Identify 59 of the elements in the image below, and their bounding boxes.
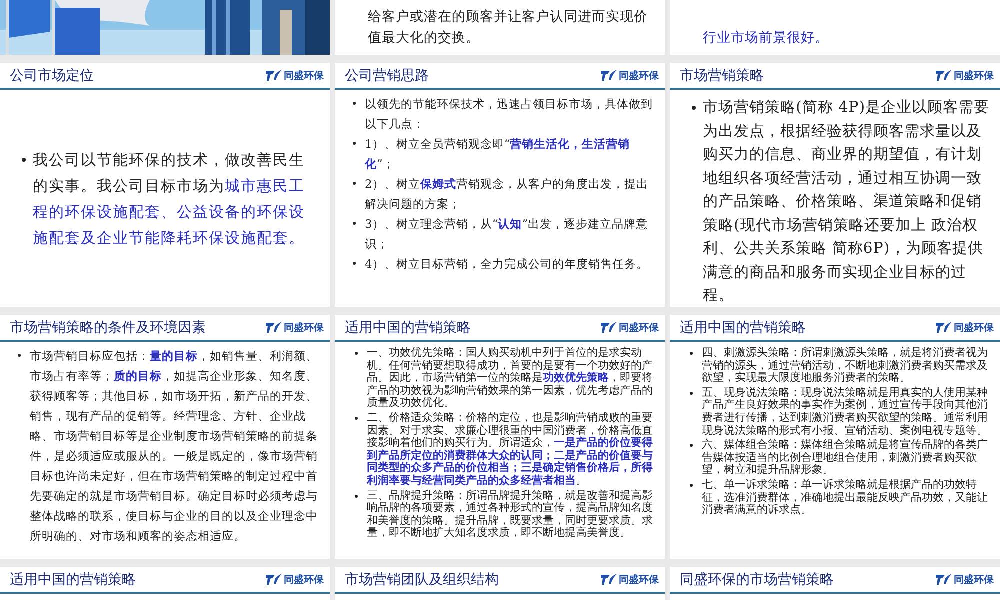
bullet-text: 2）、树立保姆式营销观念，从客户的角度出发，提出解决问题的方案；: [365, 176, 650, 213]
logo-icon: [601, 574, 617, 586]
bullet-icon: [690, 392, 693, 395]
logo-text: 同盛环保: [954, 322, 994, 334]
slide-title: 适用中国的营销策略: [345, 318, 471, 336]
slide-title: 公司市场定位: [10, 66, 94, 84]
bullet-text: 四、刺激源头策略：所谓刺激源头策略，就是将消费者视为营销的源头，通过营销活动，不断地刺激消费者购买需求及欲望，实现最大限度地服务消费者的策略。: [702, 347, 988, 385]
slide-title: 市场营销策略的条件及环境因素: [10, 318, 206, 336]
bullet-icon: [22, 158, 26, 162]
bullet-text: 市场营销策略(简称 4P)是企业以顾客需要为出发点，根据经验获得顾客需求量以及购买力的信息、商业界的期望值，有计划地组织各项经营活动，通过相互协调一致的产品策略、价格策略、渠道策略和促销策略(现代市场营销策略还要加上 政治权利、公共关系策略 简称6P)，为顾客提供满意的商品和服务而实现企业目标的过程。: [703, 97, 990, 306]
bullet-text: 以领先的节能环保技术，迅速占领目标市场，具体做到以下几点：: [365, 96, 653, 133]
bullet-text: 我公司以节能环保的技术，做改善民生的实事。我公司目标市场为城市惠民工程的环保设施配套、公益设备的环保设施配套及企业节能降耗环保设施配套。: [33, 150, 306, 248]
bullet-icon: [355, 352, 358, 355]
logo-icon: [936, 574, 952, 586]
logo-icon: [601, 70, 617, 82]
logo-icon: [936, 322, 952, 334]
logo-text: 同盛环保: [284, 70, 324, 82]
bullet-icon: [353, 262, 356, 265]
bullet-text: 市场营销目标应包括：量的目标，如销售量、利润额、市场占有率等；质的目标，如提高企业形象、知名度、获得顾客等；其他目标，如市场开拓，新产品的开发、销售，现有产品的促销等。经营理念、方针、企业战略、市场营销目标等是企业制度市场营销策略的前提条件，是必须适应或服从的。一般是既定的，像市场营销目标也许尚未定好，但在市场营销策略的制定过程中首先要确定的就是市场营销目标。确定目标时必须考虑与整体战略的联系，使目标与企业的目的以及企业理念中所明确的、对市场和顾客的姿态相适应。: [30, 348, 318, 545]
logo-text: 同盛环保: [619, 574, 659, 586]
logo-text: 同盛环保: [954, 70, 994, 82]
logo-text: 同盛环保: [284, 574, 324, 586]
bullet-text: 二、价格适众策略：价格的定位，也是影响营销成败的重要因素。对于求实、求廉心理很重的中国消费者，价格高低直接影响着他们的购买行为。所谓适众，一是产品的价位要得到产品所定位的消费群体大众的认同；二是产品的价值要与同类型的众多产品的价位相当；三是确定销售价格后，所得利润率要与经营同类产品的众多经营者相当。: [367, 412, 653, 488]
bullet-icon: [690, 484, 693, 487]
bullet-text: 一、功效优先策略：国人购买动机中列于首位的是求实动机。任何营销要想取得成功，首要的是要有一个功效好的产品。因此，市场营销第一位的策略是功效优先策略，即要将产品的功效视为影响营销效果的第一因素，优先考虑产品的质量及功效优化。: [367, 347, 653, 410]
slide-title: 同盛环保的市场营销策略: [680, 570, 834, 588]
logo-text: 同盛环保: [619, 70, 659, 82]
logo-icon: [936, 70, 952, 82]
logo-icon: [266, 70, 282, 82]
bullet-icon: [355, 494, 358, 498]
bullet-text: 五、现身说法策略：现身说法策略就是用真实的人使用某种产品产生良好效果的事实作为案例，通过宣传手段向其他消费者进行传播，达到刺激消费者购买欲望的策略。通常利用现身说法策略的形式有小报、宣销活动、案例电视专题等。: [702, 386, 988, 438]
bullet-text: 六、媒体组合策略：媒体组合策略就是将宣传品牌的各类广告媒体按适当的比例合理地组合使用，刺激消费者购买欲望，树立和提升品牌形象。: [702, 439, 988, 477]
logo-text: 同盛环保: [954, 574, 994, 586]
slide-title: 市场营销策略: [680, 66, 764, 84]
slide-title: 公司营销思路: [345, 66, 429, 84]
slide-title: 市场营销团队及组织结构: [345, 570, 499, 588]
bullet-icon: [353, 142, 356, 145]
logo-icon: [601, 322, 617, 334]
bullet-icon: [353, 222, 356, 225]
bullet-icon: [353, 182, 356, 185]
bullet-icon: [690, 444, 693, 448]
slide-title: 适用中国的营销策略: [680, 318, 806, 336]
bullet-text: 1）、树立全员营销观念即“营销生活化，生活营销化”；: [365, 136, 632, 173]
bullet-icon: [18, 354, 21, 357]
bullet-text: 三、品牌提升策略：所谓品牌提升策略，就是改善和提高影响品牌的各项要素，通过各种形式的宣传，提高品牌知名度和美誉度的策略。提升品牌，既要求量，同时更要求质。求量，即不断地扩大知名度求质，即不断地提高美誉度。: [367, 490, 653, 540]
logo-text: 同盛环保: [619, 322, 659, 334]
bullet-icon: [690, 352, 693, 355]
logo-text: 同盛环保: [284, 322, 324, 334]
bullet-text: 4）、树立目标营销，全力完成公司的年度销售任务。: [365, 256, 648, 273]
bullet-text: 七、单一诉求策略：单一诉求策略就是根据产品的功效特征，选准消费群体，准确地提出最能反映产品功效，又能让消费者满意的诉求点。: [702, 478, 988, 517]
logo-icon: [266, 322, 282, 334]
bullet-text: 3）、树立理念营销，从“认知”出发，逐步建立品牌意识；: [365, 216, 650, 253]
slide-text: 给客户或潜在的顾客并让客户认同进而实现价值最大化的交换。: [368, 8, 649, 48]
bullet-icon: [355, 416, 358, 420]
bullet-icon: [353, 102, 356, 105]
logo-icon: [266, 574, 282, 586]
slide-title: 适用中国的营销策略: [10, 570, 136, 588]
bullet-icon: [692, 106, 696, 110]
slide-text: 行业市场前景很好。: [703, 29, 830, 48]
